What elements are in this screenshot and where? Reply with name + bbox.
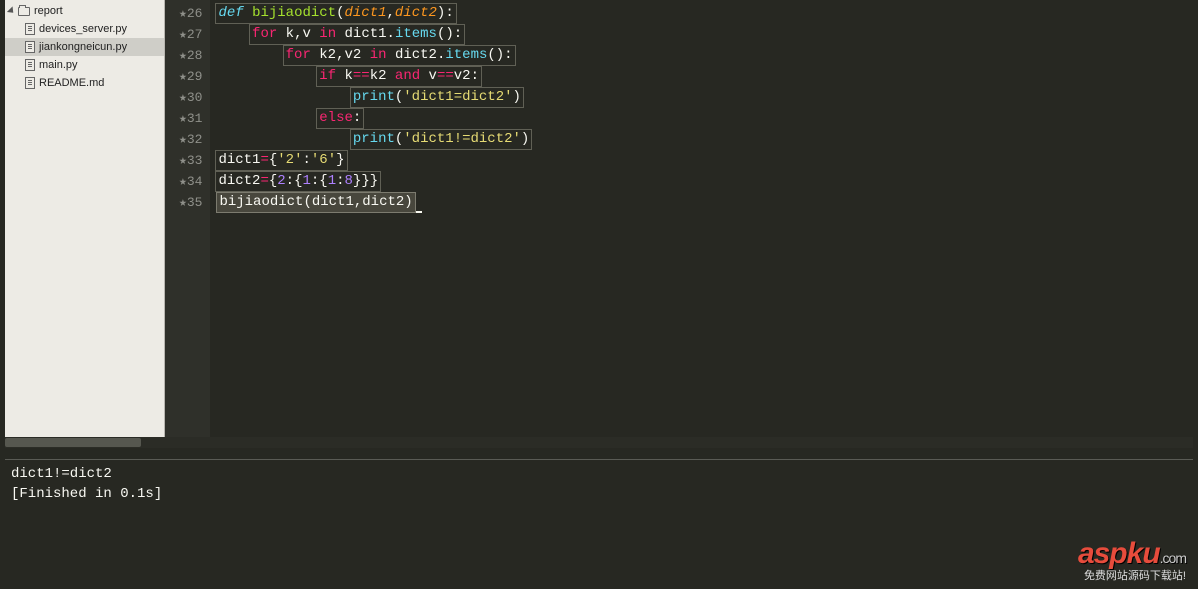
horizontal-scrollbar[interactable]	[5, 437, 1193, 448]
build-output-panel[interactable]: dict1!=dict2 [Finished in 0.1s]	[5, 459, 1193, 585]
folder-report[interactable]: report	[5, 2, 164, 20]
folder-label: report	[34, 5, 63, 17]
file-tree-sidebar[interactable]: report devices_server.py jiankongneicun.…	[5, 0, 165, 448]
code-line-32[interactable]: print('dict1!=dict2')	[216, 129, 1198, 150]
file-item-readme[interactable]: README.md	[5, 74, 164, 92]
text-cursor	[416, 197, 422, 213]
watermark-subtitle: 免费网站源码下载站!	[1078, 567, 1186, 583]
file-icon	[25, 59, 35, 71]
file-label: main.py	[39, 59, 78, 71]
file-item-devices-server[interactable]: devices_server.py	[5, 20, 164, 38]
code-line-28[interactable]: for k2,v2 in dict2.items():	[216, 45, 1198, 66]
code-line-27[interactable]: for k,v in dict1.items():	[216, 24, 1198, 45]
file-item-main[interactable]: main.py	[5, 56, 164, 74]
folder-expand-arrow-icon[interactable]	[7, 6, 16, 15]
code-editor[interactable]: ★26 ★27 ★28 ★29 ★30 ★31 ★32 ★33 ★34 ★35 …	[165, 0, 1198, 448]
file-icon	[25, 41, 35, 53]
line-number-gutter: ★26 ★27 ★28 ★29 ★30 ★31 ★32 ★33 ★34 ★35	[165, 0, 210, 448]
watermark: aspku.com 免费网站源码下载站!	[1078, 537, 1186, 583]
code-line-33[interactable]: dict1={'2':'6'}	[216, 150, 1198, 171]
watermark-logo: aspku.com	[1078, 537, 1186, 571]
code-line-29[interactable]: if k==k2 and v==v2:	[216, 66, 1198, 87]
file-label: jiankongneicun.py	[39, 41, 127, 53]
console-output-line: dict1!=dict2	[11, 464, 1187, 484]
main-area: report devices_server.py jiankongneicun.…	[0, 0, 1198, 448]
file-label: devices_server.py	[39, 23, 127, 35]
scrollbar-thumb[interactable]	[5, 438, 141, 447]
file-icon	[25, 77, 35, 89]
console-status-line: [Finished in 0.1s]	[11, 484, 1187, 504]
code-line-30[interactable]: print('dict1=dict2')	[216, 87, 1198, 108]
code-line-31[interactable]: else:	[216, 108, 1198, 129]
folder-icon	[18, 7, 30, 16]
code-line-35[interactable]: bijiaodict(dict1,dict2)	[216, 192, 1198, 213]
code-line-34[interactable]: dict2={2:{1:{1:8}}}	[216, 171, 1198, 192]
code-content[interactable]: def bijiaodict(dict1,dict2): for k,v in …	[210, 0, 1198, 448]
file-item-jiankongneicun[interactable]: jiankongneicun.py	[5, 38, 164, 56]
file-label: README.md	[39, 77, 104, 89]
file-icon	[25, 23, 35, 35]
code-line-26[interactable]: def bijiaodict(dict1,dict2):	[216, 3, 1198, 24]
